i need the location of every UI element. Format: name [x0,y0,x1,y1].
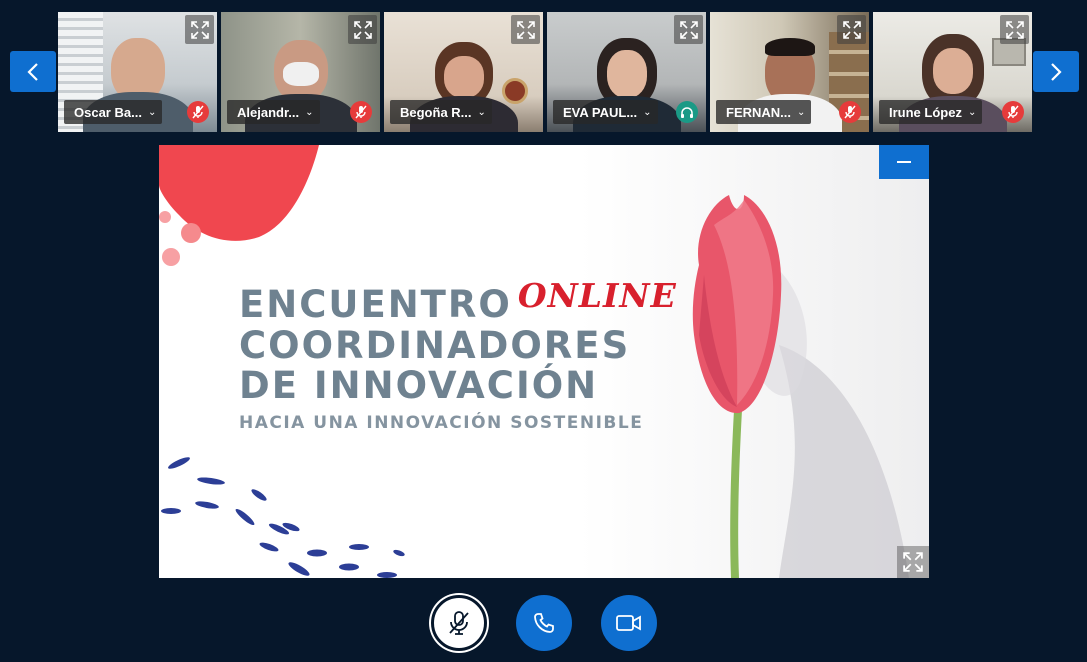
mic-muted-icon [1002,101,1024,123]
participant-name: FERNAN... [726,104,791,120]
participant-tile-active[interactable]: Begoña R... ⌄ [384,12,543,132]
participant-name: Alejandr... [237,104,300,120]
participant-name-menu[interactable]: FERNAN... ⌄ [716,100,812,124]
participant-name-menu[interactable]: EVA PAUL... ⌄ [553,100,658,124]
participant-name: Begoña R... [400,104,472,120]
participant-name-menu[interactable]: Begoña R... ⌄ [390,100,492,124]
fullscreen-button[interactable] [897,546,929,578]
slide-title-online: ONLINE [517,276,677,315]
participant-tile[interactable]: FERNAN... ⌄ [710,12,869,132]
participant-tile[interactable]: EVA PAUL... ⌄ [547,12,706,132]
fullscreen-icon [1005,20,1024,39]
fullscreen-icon [353,20,372,39]
phone-icon [534,613,554,633]
call-controls [0,595,1087,651]
chevron-down-icon: ⌄ [797,106,806,118]
chevron-down-icon: ⌄ [477,106,486,118]
slide-title: ENCUENTRO ONLINE COORDINADORES DE INNOVAC… [239,276,677,407]
fullscreen-icon [516,20,535,39]
slide-title-line1: ENCUENTRO [239,283,512,326]
camera-icon [616,615,641,631]
fullscreen-icon [679,20,698,39]
minus-icon [897,161,911,163]
slide-title-line3: DE INNOVACIÓN [239,364,599,407]
mute-button[interactable] [431,595,487,651]
participant-name-menu[interactable]: Oscar Ba... ⌄ [64,100,163,124]
chevron-left-icon [27,62,38,81]
chevron-down-icon: ⌄ [643,106,652,118]
hangup-button[interactable] [516,595,572,651]
expand-tile-button[interactable] [837,15,866,44]
expand-tile-button[interactable] [185,15,214,44]
chevron-down-icon: ⌄ [147,106,157,118]
previous-participants-button[interactable] [10,51,56,92]
participant-name: Irune López [889,104,962,120]
participant-name-menu[interactable]: Alejandr... ⌄ [227,100,320,124]
mic-muted-icon [187,101,209,123]
mic-muted-icon [350,101,372,123]
chevron-down-icon: ⌄ [305,106,314,118]
participant-tile[interactable]: Irune López ⌄ [873,12,1032,132]
shared-screen: ENCUENTRO ONLINE COORDINADORES DE INNOVAC… [159,145,929,578]
fullscreen-icon [842,20,861,39]
participant-name-menu[interactable]: Irune López ⌄ [879,100,983,124]
expand-tile-button[interactable] [511,15,540,44]
mic-off-icon [449,611,469,635]
slide-title-line2: COORDINADORES [239,324,631,367]
slide-subtitle: HACIA UNA INNOVACIÓN SOSTENIBLE [239,413,644,433]
chevron-right-icon [1051,62,1062,81]
next-participants-button[interactable] [1033,51,1079,92]
participant-name: Oscar Ba... [74,104,142,120]
expand-tile-button[interactable] [1000,15,1029,44]
participant-tile[interactable]: Oscar Ba... ⌄ [58,12,217,132]
headphones-icon [676,101,698,123]
expand-tile-button[interactable] [674,15,703,44]
minimize-button[interactable] [879,145,929,179]
participant-name: EVA PAUL... [563,104,638,120]
participant-tile[interactable]: Alejandr... ⌄ [221,12,380,132]
fullscreen-icon [903,552,923,572]
mic-muted-icon [839,101,861,123]
chevron-down-icon: ⌄ [967,106,977,118]
fullscreen-icon [190,20,209,39]
expand-tile-button[interactable] [348,15,377,44]
camera-button[interactable] [601,595,657,651]
